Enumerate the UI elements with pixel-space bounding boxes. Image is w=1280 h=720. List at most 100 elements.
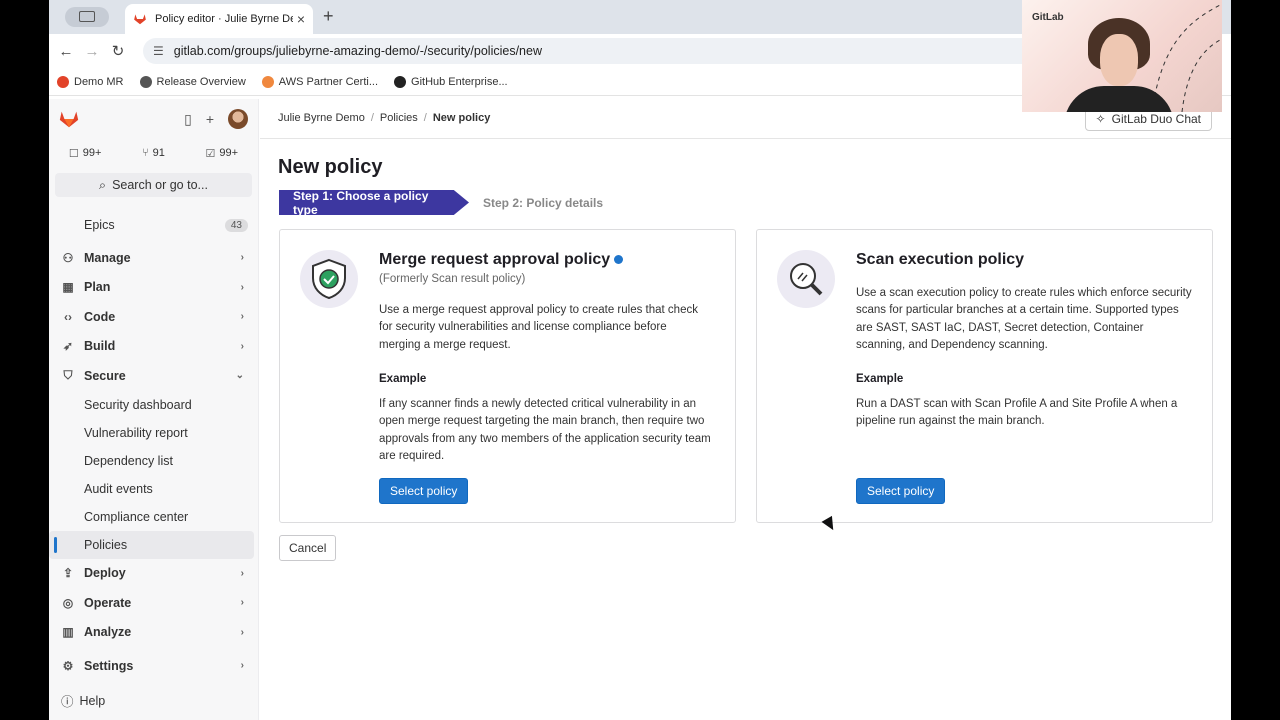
sidebar-item-secure[interactable]: ⛉ Secure ⌄ bbox=[49, 361, 258, 391]
sidebar-item-policies[interactable]: Policies bbox=[49, 530, 254, 559]
card-subtitle: (Formerly Scan result policy) bbox=[379, 273, 526, 285]
sidebar-item-security-dashboard[interactable]: Security dashboard bbox=[49, 391, 258, 419]
duo-chat-label: GitLab Duo Chat bbox=[1111, 112, 1201, 126]
bookmark-label: AWS Partner Certi... bbox=[278, 75, 379, 88]
sidebar-item-label: Secure bbox=[84, 368, 126, 383]
sidebar-item-label: Analyze bbox=[84, 625, 132, 640]
new-tab-icon[interactable]: + bbox=[323, 6, 334, 27]
sidebar-item-manage[interactable]: ⚇ Manage › bbox=[49, 243, 258, 273]
count-issues[interactable]: ☐ 99+ bbox=[55, 140, 115, 166]
main-content: Julie Byrne Demo / Policies / New policy ✧ G… bbox=[260, 99, 1231, 720]
sidebar-item-label: Plan bbox=[84, 280, 111, 295]
card-example-heading: Example bbox=[379, 373, 427, 385]
breadcrumb-policies[interactable]: Policies bbox=[380, 112, 418, 124]
issues-icon: ☐ bbox=[68, 147, 79, 160]
search-button[interactable]: ⌕ Search or go to... bbox=[55, 173, 252, 197]
shield-check-icon bbox=[300, 250, 358, 308]
close-tab-icon[interactable]: × bbox=[297, 11, 305, 27]
card-title: Scan execution policy bbox=[856, 251, 1025, 268]
card-example: If any scanner finds a newly detected cr… bbox=[379, 398, 711, 463]
sidebar-item-label: Code bbox=[84, 309, 116, 324]
policy-card-mr-approval: Merge request approval policy (Formerly … bbox=[279, 229, 736, 523]
address-bar[interactable]: ☰ gitlab.com/groups/juliebyrne-amazing-d… bbox=[143, 38, 1043, 64]
bookmark-item[interactable]: Demo MR bbox=[57, 75, 124, 88]
select-policy-button[interactable]: Select policy bbox=[856, 478, 946, 504]
bookmark-label: Demo MR bbox=[74, 75, 124, 88]
globe-icon bbox=[139, 75, 152, 88]
help-icon: ⓘ bbox=[61, 695, 74, 709]
sidebar-item-dependency-list[interactable]: Dependency list bbox=[49, 447, 258, 475]
breadcrumb: Julie Byrne Demo / Policies / New policy bbox=[278, 112, 491, 124]
help-button[interactable]: ⓘ Help bbox=[61, 691, 105, 710]
bookmark-item[interactable]: GitHub Enterprise... bbox=[394, 75, 508, 88]
person-face bbox=[1100, 34, 1138, 86]
stepper: Step 1: Choose a policy type Step 2: Pol… bbox=[279, 190, 603, 215]
deploy-icon: ⇪ bbox=[62, 566, 74, 581]
sidebar-item-code[interactable]: ‹› Code › bbox=[49, 302, 258, 332]
duo-chat-icon: ✧ bbox=[1095, 112, 1106, 126]
bookmark-item[interactable]: Release Overview bbox=[139, 75, 246, 88]
chevron-down-icon: ⌄ bbox=[235, 370, 244, 382]
bookmark-item[interactable]: AWS Partner Certi... bbox=[261, 75, 379, 88]
gear-icon: ⚙ bbox=[62, 658, 74, 673]
operate-icon: ◎ bbox=[62, 595, 74, 610]
new-indicator-icon bbox=[614, 255, 624, 265]
tab-overview-button[interactable] bbox=[65, 7, 109, 27]
count-merge-request[interactable]: ⑂ 91 bbox=[123, 140, 183, 166]
sidebar-item-epics[interactable]: Epics 43 bbox=[49, 211, 258, 239]
chevron-right-icon: › bbox=[240, 597, 244, 609]
card-description: Use a scan execution policy to create ru… bbox=[856, 287, 1192, 352]
sidebar-item-label: Epics bbox=[84, 218, 115, 232]
sidebar-item-build[interactable]: ➶ Build › bbox=[49, 332, 258, 362]
search-icon: ⌕ bbox=[99, 177, 107, 192]
chart-icon: ▥ bbox=[62, 625, 74, 640]
sidebar-item-analyze[interactable]: ▥ Analyze › bbox=[49, 618, 258, 648]
chevron-right-icon: › bbox=[240, 660, 244, 672]
sidebar-item-plan[interactable]: ▦ Plan › bbox=[49, 273, 258, 303]
cancel-button[interactable]: Cancel bbox=[279, 535, 337, 561]
sidebar-item-deploy[interactable]: ⇪ Deploy › bbox=[49, 559, 258, 589]
count-value: 91 bbox=[152, 147, 165, 159]
policy-card-scan-execution: Scan execution policy Use a scan executi… bbox=[756, 229, 1213, 523]
users-icon: ⚇ bbox=[62, 250, 74, 265]
gitlab-logo-icon bbox=[134, 14, 146, 25]
card-description: Use a merge request approval policy to c… bbox=[379, 304, 698, 351]
gitlab-logo-icon[interactable] bbox=[58, 108, 80, 130]
sidebar-item-operate[interactable]: ◎ Operate › bbox=[49, 588, 258, 618]
count-value: 99+ bbox=[82, 147, 102, 159]
gitlab-icon bbox=[57, 75, 69, 88]
reload-icon[interactable]: ↻ bbox=[105, 42, 131, 60]
aws-icon bbox=[261, 75, 274, 88]
sidebar-item-settings[interactable]: ⚙ Settings › bbox=[49, 651, 258, 681]
sidebar-item-label: Deploy bbox=[84, 566, 126, 581]
merge-request-icon: ⑂ bbox=[142, 147, 149, 159]
calendar-icon: ▦ bbox=[62, 280, 74, 295]
site-info-icon[interactable]: ☰ bbox=[153, 44, 164, 58]
card-example: Run a DAST scan with Scan Profile A and … bbox=[856, 398, 1178, 428]
sidebar-item-audit-events[interactable]: Audit events bbox=[49, 475, 258, 503]
back-icon[interactable]: ← bbox=[53, 43, 79, 60]
forward-icon[interactable]: → bbox=[79, 43, 105, 60]
epics-count-badge: 43 bbox=[224, 218, 248, 232]
collapse-sidebar-icon[interactable]: ▯ bbox=[184, 111, 192, 128]
code-icon: ‹› bbox=[64, 309, 72, 324]
sidebar: ▯ + ☐ 99+ ⑂ 91 ☑ 99+ ⌕ Search or go to... Epi… bbox=[49, 99, 259, 720]
create-new-icon[interactable]: + bbox=[206, 111, 214, 127]
count-todo[interactable]: ☑ 99+ bbox=[192, 140, 252, 166]
sidebar-header: ▯ + bbox=[49, 99, 258, 139]
select-policy-button[interactable]: Select policy bbox=[379, 478, 469, 504]
scan-magnifier-icon bbox=[777, 250, 835, 308]
sidebar-item-compliance-center[interactable]: Compliance center bbox=[49, 503, 258, 531]
page-title: New policy bbox=[278, 156, 383, 178]
avatar[interactable] bbox=[228, 109, 248, 129]
divider bbox=[260, 138, 1231, 139]
chevron-right-icon: › bbox=[240, 252, 244, 264]
sidebar-item-label: Build bbox=[84, 339, 116, 354]
browser-tab[interactable]: Policy editor · Julie Byrne Demo × bbox=[125, 4, 313, 34]
sidebar-item-vulnerability-report[interactable]: Vulnerability report bbox=[49, 419, 258, 447]
rocket-icon: ➶ bbox=[62, 339, 74, 354]
breadcrumb-group[interactable]: Julie Byrne Demo bbox=[278, 112, 365, 124]
shield-icon: ⛉ bbox=[63, 368, 73, 383]
sidebar-item-label: Settings bbox=[84, 658, 134, 673]
chevron-right-icon: › bbox=[240, 340, 244, 352]
